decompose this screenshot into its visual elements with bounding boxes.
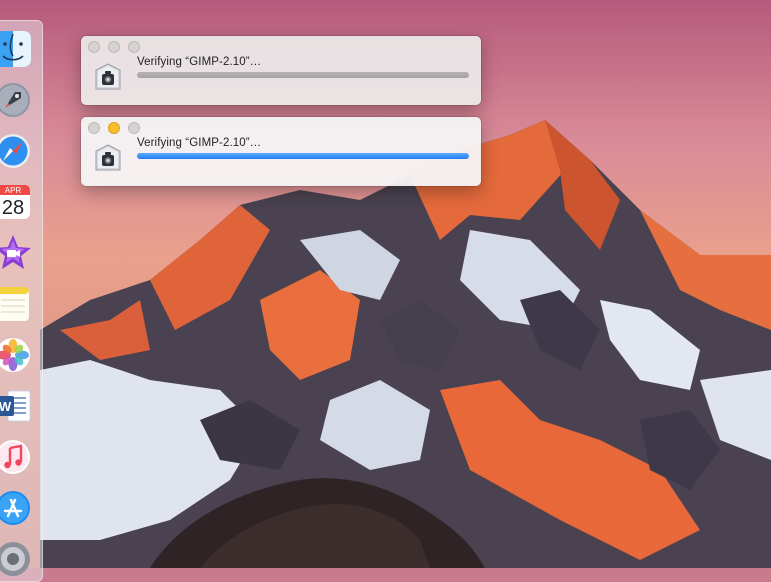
zoom-button[interactable] (128, 122, 140, 134)
launchpad-icon[interactable] (0, 81, 32, 119)
verify-progress-fill (137, 72, 469, 78)
calendar-icon[interactable]: APR 28 (0, 183, 32, 221)
window-controls (88, 122, 140, 134)
safari-icon[interactable] (0, 132, 32, 170)
minimize-button[interactable] (108, 122, 120, 134)
installer-lock-icon (93, 62, 123, 92)
installer-lock-icon (93, 143, 123, 173)
verify-progress-bar (137, 72, 469, 78)
calendar-month: APR (5, 186, 22, 195)
minimize-button[interactable] (108, 41, 120, 53)
verify-window-1[interactable]: Verifying “GIMP-2.10”… (81, 36, 481, 105)
word-icon[interactable]: W (0, 387, 32, 425)
finder-icon[interactable] (0, 30, 32, 68)
word-icon-letter: W (0, 399, 12, 414)
verify-title: Verifying “GIMP-2.10”… (137, 56, 262, 68)
verify-window-2[interactable]: Verifying “GIMP-2.10”… (81, 117, 481, 186)
verify-title: Verifying “GIMP-2.10”… (137, 137, 262, 149)
photos-icon[interactable] (0, 336, 32, 374)
app-store-icon[interactable] (0, 489, 32, 527)
verify-progress-fill (137, 153, 469, 159)
system-preferences-icon[interactable] (0, 540, 32, 578)
itunes-icon[interactable] (0, 438, 32, 476)
window-controls (88, 41, 140, 53)
verify-progress-bar (137, 153, 469, 159)
zoom-button[interactable] (128, 41, 140, 53)
calendar-day: 28 (2, 197, 24, 219)
close-button[interactable] (88, 122, 100, 134)
imovie-icon[interactable] (0, 234, 32, 272)
notes-icon[interactable] (0, 285, 32, 323)
close-button[interactable] (88, 41, 100, 53)
